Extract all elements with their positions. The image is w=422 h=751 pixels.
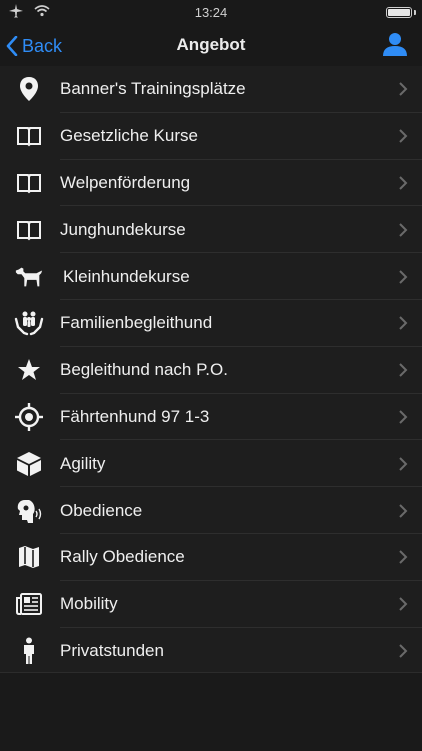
list-item-label: Begleithund nach P.O. xyxy=(60,360,228,380)
family-hands-icon xyxy=(14,308,44,338)
book-icon xyxy=(14,215,44,245)
list-item-label: Fährtenhund 97 1-3 xyxy=(60,406,210,426)
location-pin-icon xyxy=(14,74,44,104)
user-icon xyxy=(383,33,407,56)
list-item[interactable]: Agility xyxy=(0,440,422,487)
list-item-label: Privatstunden xyxy=(60,640,164,660)
star-icon xyxy=(14,355,44,385)
list-item[interactable]: Rally Obedience xyxy=(0,534,422,581)
page-title: Angebot xyxy=(176,35,246,54)
map-icon xyxy=(14,542,44,572)
newspaper-icon xyxy=(14,589,44,619)
list-item[interactable]: Welpenförderung xyxy=(0,160,422,207)
dog-icon xyxy=(14,262,44,292)
chevron-right-icon xyxy=(399,223,408,237)
chevron-right-icon xyxy=(399,410,408,424)
chevron-right-icon xyxy=(399,550,408,565)
list-item-label: Agility xyxy=(60,453,106,473)
list-item-label: Welpenförderung xyxy=(60,172,191,192)
list-item[interactable]: Begleithund nach P.O. xyxy=(0,347,422,394)
list-item[interactable]: Banner's Trainingsplätze xyxy=(0,66,422,113)
list-item-label: Gesetzliche Kurse xyxy=(60,126,198,146)
battery-icon xyxy=(386,7,412,18)
offer-list: Banner's Trainingsplätze Gesetzliche Kur… xyxy=(0,66,422,675)
list-item-label: Rally Obedience xyxy=(60,547,185,567)
empty-footer-area xyxy=(0,672,422,751)
status-time: 13:24 xyxy=(194,5,228,20)
person-icon xyxy=(14,636,44,666)
list-item-label: Banner's Trainingsplätze xyxy=(60,79,246,99)
chevron-right-icon xyxy=(399,82,408,97)
list-item[interactable]: Privatstunden xyxy=(0,628,422,675)
list-item-label: Kleinhundekurse xyxy=(63,266,190,286)
chevron-right-icon xyxy=(399,597,408,611)
list-item[interactable]: Obedience xyxy=(0,487,422,534)
navigation-bar: Back Angebot xyxy=(0,26,422,66)
list-item[interactable]: Gesetzliche Kurse xyxy=(0,113,422,160)
book-icon xyxy=(14,168,44,198)
list-item-label: Familienbegleithund xyxy=(60,313,213,333)
profile-button[interactable] xyxy=(382,31,408,59)
book-icon xyxy=(14,121,44,151)
chevron-right-icon xyxy=(399,269,408,284)
list-item[interactable]: Kleinhundekurse xyxy=(0,253,422,300)
chevron-right-icon xyxy=(399,457,408,471)
chevron-right-icon xyxy=(399,503,408,518)
list-item-label: Obedience xyxy=(60,500,143,520)
chevron-right-icon xyxy=(399,176,408,190)
list-item[interactable]: Junghundekurse xyxy=(0,206,422,253)
list-item[interactable]: Fährtenhund 97 1-3 xyxy=(0,394,422,441)
chevron-right-icon xyxy=(399,363,408,377)
chevron-right-icon xyxy=(399,129,408,143)
head-speaking-icon xyxy=(14,496,44,526)
status-bar: 13:24 xyxy=(0,0,422,26)
target-icon xyxy=(14,402,44,432)
list-item-label: Mobility xyxy=(60,594,118,614)
list-item-label: Junghundekurse xyxy=(60,219,186,239)
list-item[interactable]: Familienbegleithund xyxy=(0,300,422,347)
cube-icon xyxy=(14,449,44,479)
chevron-right-icon xyxy=(399,316,408,331)
chevron-right-icon xyxy=(399,644,408,658)
list-item[interactable]: Mobility xyxy=(0,581,422,628)
